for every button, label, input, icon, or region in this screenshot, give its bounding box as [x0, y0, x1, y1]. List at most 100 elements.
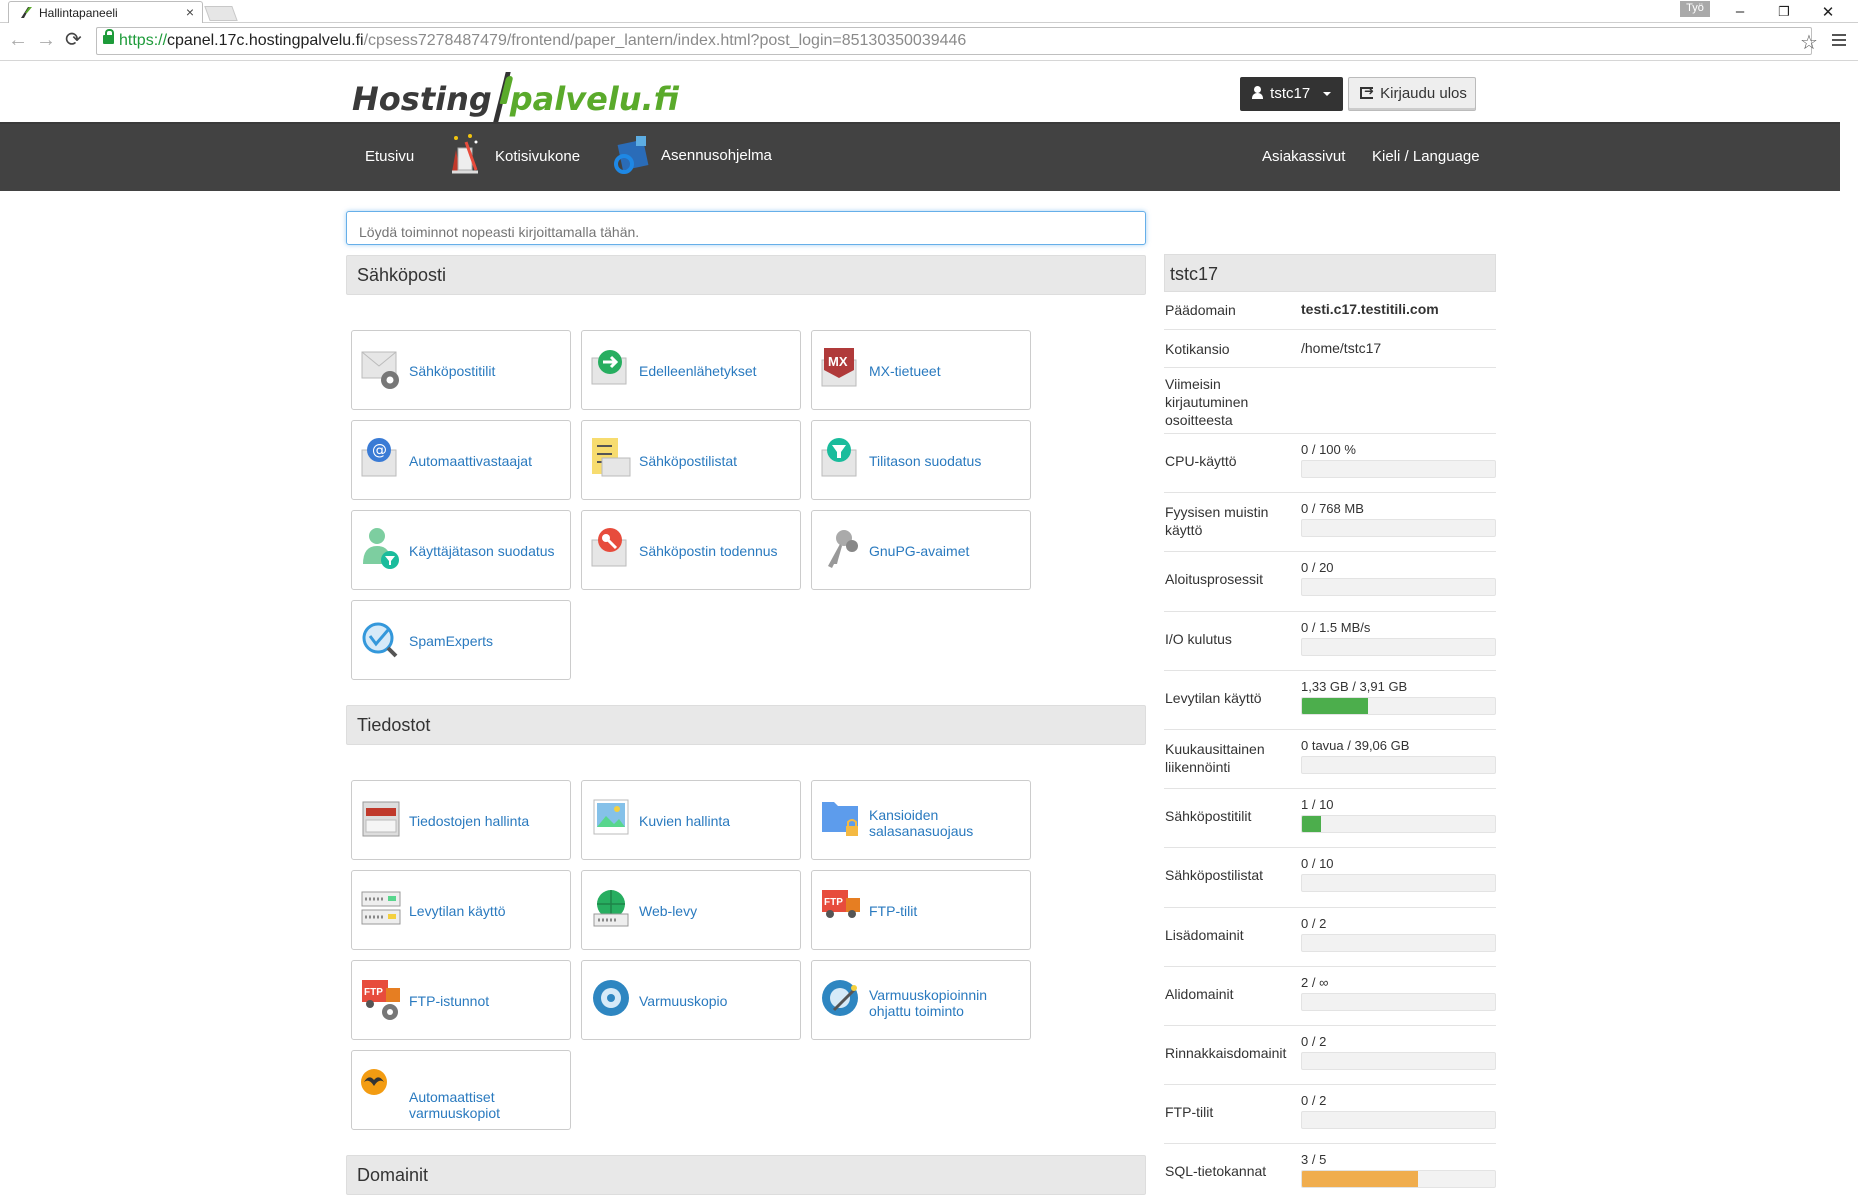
info-row: Päädomain testi.c17.testitili.com [1164, 292, 1496, 330]
browser-menu-icon[interactable] [1832, 34, 1846, 46]
profile-badge[interactable]: Työ [1680, 1, 1710, 17]
usage-value: 0 / 2 [1301, 1034, 1327, 1049]
mailing-lists-icon [592, 438, 631, 477]
url-scheme: https:// [119, 32, 168, 49]
item-ftp-sessions[interactable]: FTP FTP-istunnot [351, 960, 571, 1040]
item-ftp-accounts[interactable]: FTP FTP-tilit [811, 870, 1031, 950]
usage-bar [1301, 815, 1496, 834]
item-mx-records[interactable]: MX MX-tietueet [811, 330, 1031, 410]
item-backup-wizard[interactable]: Varmuuskopioinnin ohjattu toiminto [811, 960, 1031, 1040]
user-menu-button[interactable]: tstc17 [1240, 77, 1343, 111]
item-account-filtering[interactable]: Tilitason suodatus [811, 420, 1031, 500]
usage-bar-fill [1302, 1171, 1418, 1188]
item-directory-privacy[interactable]: Kansioiden salasanasuojaus [811, 780, 1031, 860]
nav-installer[interactable]: Asennusohjelma [661, 147, 772, 164]
usage-value: 1,33 GB / 3,91 GB [1301, 678, 1408, 694]
item-file-manager[interactable]: Tiedostojen hallinta [351, 780, 571, 860]
folder-lock-icon [822, 802, 858, 836]
usage-value: 0 / 20 [1301, 560, 1334, 576]
site-builder-icon[interactable] [446, 132, 484, 174]
user-name: tstc17 [1270, 85, 1311, 102]
ftp-accounts-icon: FTP [822, 890, 860, 918]
usage-bar [1301, 460, 1496, 478]
new-tab-button[interactable] [204, 6, 238, 21]
usage-bar [1301, 696, 1496, 715]
item-automatic-backups[interactable]: Automaattiset varmuuskopiot [351, 1050, 571, 1130]
item-label: Varmuuskopioinnin [869, 987, 988, 1003]
main-navbar: Etusivu Kotisivukone Asennusohjelma Asia… [0, 122, 1840, 191]
item-backup[interactable]: Varmuuskopio [581, 960, 801, 1040]
tab-close-icon[interactable]: × [186, 4, 194, 20]
bookmark-star-icon[interactable]: ☆ [1800, 30, 1818, 55]
images-icon [593, 799, 629, 835]
item-mailing-lists[interactable]: Sähköpostilistat [581, 420, 801, 500]
account-panel-title: tstc17 [1164, 254, 1496, 292]
item-label: FTP-istunnot [409, 993, 490, 1009]
item-label: Levytilan käyttö [409, 903, 506, 919]
disk-usage-icon [361, 891, 401, 925]
usage-bar [1301, 933, 1496, 952]
restore-button[interactable]: ❐ [1762, 0, 1806, 24]
web-disk-icon [593, 890, 629, 927]
item-user-filtering[interactable]: Käyttäjätason suodatus [351, 510, 571, 590]
window-close-button[interactable]: ✕ [1806, 0, 1850, 24]
nav-language[interactable]: Kieli / Language [1372, 148, 1480, 165]
minimize-button[interactable]: – [1718, 0, 1762, 24]
nav-site-builder[interactable]: Kotisivukone [495, 148, 580, 165]
item-email-authentication[interactable]: Sähköpostin todennus [581, 510, 801, 590]
svg-text:@: @ [372, 441, 387, 459]
search-input[interactable] [346, 211, 1146, 245]
browser-tab[interactable]: Hallintapaneeli × [8, 1, 203, 23]
page-content: Hosting palvelu.fi tstc17 Kirjaudu ulos E… [0, 62, 1840, 1200]
installer-icon[interactable] [612, 132, 650, 174]
item-label: GnuPG-avaimet [869, 543, 970, 559]
usage-value: 0 / 1.5 MB/s [1301, 619, 1371, 635]
email-accounts-icon [361, 351, 399, 389]
item-forwarders[interactable]: Edelleenlähetykset [581, 330, 801, 410]
usage-row: FTP-tilit 0 / 2 [1164, 1085, 1496, 1145]
address-bar[interactable]: https://cpanel.17c.hostingpalvelu.fi/cps… [96, 27, 1812, 55]
back-button[interactable]: ← [8, 30, 28, 50]
usage-bar [1301, 578, 1496, 597]
mx-records-icon: MX [821, 348, 857, 387]
nav-home[interactable]: Etusivu [365, 148, 414, 165]
item-spamexperts[interactable]: SpamExperts [351, 600, 571, 680]
tab-title: Hallintapaneeli [39, 6, 118, 20]
auto-backup-icon [361, 1069, 387, 1095]
item-images[interactable]: Kuvien hallinta [581, 780, 801, 860]
info-key: Päädomain [1165, 302, 1236, 318]
item-label: Sähköpostilistat [639, 453, 738, 469]
usage-bar [1301, 519, 1496, 538]
section-email-header[interactable]: Sähköposti [346, 255, 1146, 295]
item-autoresponders[interactable]: @ Automaattivastaajat [351, 420, 571, 500]
item-email-accounts[interactable]: Sähköpostitilit [351, 330, 571, 410]
usage-row: Sähköpostilistat 0 / 10 [1164, 848, 1496, 908]
usage-label: SQL-tietokannat [1165, 1163, 1267, 1180]
item-label: Käyttäjätason suodatus [409, 543, 555, 559]
item-label: Varmuuskopio [639, 993, 728, 1009]
usage-label-line2: käyttö [1165, 522, 1203, 539]
item-web-disk[interactable]: Web-levy [581, 870, 801, 950]
usage-label: FTP-tilit [1165, 1104, 1214, 1121]
lock-icon [103, 29, 114, 44]
site-header: Hosting palvelu.fi tstc17 Kirjaudu ulos [0, 62, 1840, 122]
nav-customer-pages[interactable]: Asiakassivut [1262, 148, 1345, 165]
item-label: Sähköpostitilit [409, 363, 496, 379]
item-label: FTP-tilit [869, 903, 918, 919]
logout-button[interactable]: Kirjaudu ulos [1348, 77, 1476, 111]
usage-label: Rinnakkaisdomainit [1165, 1045, 1287, 1061]
section-domains-header[interactable]: Domainit [346, 1155, 1146, 1195]
ftp-sessions-icon: FTP [362, 980, 400, 1020]
hostingpalvelu-logo[interactable]: Hosting palvelu.fi [352, 72, 679, 122]
forward-button[interactable]: → [36, 30, 56, 50]
item-disk-usage[interactable]: Levytilan käyttö [351, 870, 571, 950]
usage-label: Aloitusprosessit [1165, 571, 1264, 588]
reload-button[interactable]: ⟳ [65, 30, 82, 50]
item-gnupg-keys[interactable]: GnuPG-avaimet [811, 510, 1031, 590]
usage-value: 0 / 2 [1301, 915, 1327, 931]
usage-row: Levytilan käyttö 1,33 GB / 3,91 GB [1164, 671, 1496, 730]
section-files-header[interactable]: Tiedostot [346, 705, 1146, 745]
item-label: Tiedostojen hallinta [409, 813, 530, 829]
usage-bar-fill [1302, 697, 1368, 714]
info-value: /home/tstc17 [1301, 340, 1382, 356]
